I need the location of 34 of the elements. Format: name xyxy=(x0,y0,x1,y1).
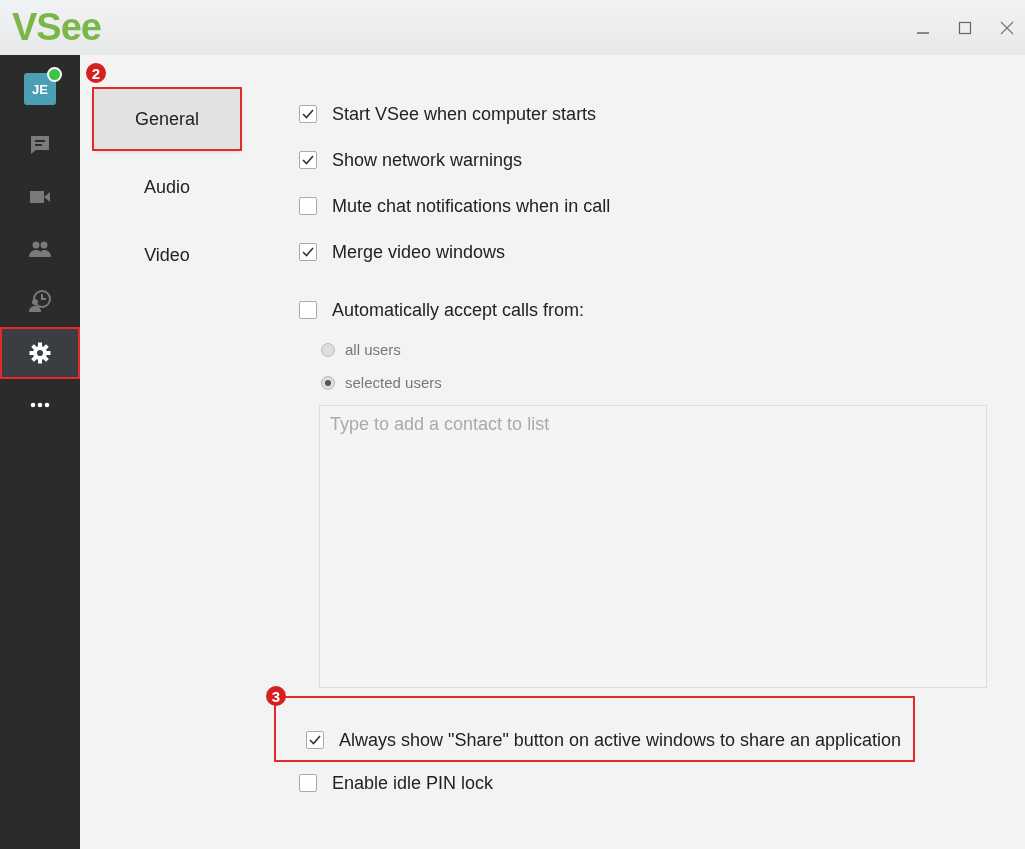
checkbox[interactable] xyxy=(299,243,317,261)
step-badge: 3 xyxy=(266,686,286,706)
checkbox[interactable] xyxy=(299,151,317,169)
option-label: Start VSee when computer starts xyxy=(332,103,597,125)
settings-tab[interactable]: Audio xyxy=(94,157,240,217)
option-label: Mute chat notifications when in call xyxy=(332,195,611,217)
radio-label: selected users xyxy=(345,374,442,391)
option-label: Show network warnings xyxy=(332,149,523,171)
checkbox[interactable] xyxy=(299,105,317,123)
app-logo: VSee xyxy=(12,6,101,49)
option-label: Merge video windows xyxy=(332,241,506,263)
video-camera-icon xyxy=(29,189,51,205)
checkbox[interactable] xyxy=(299,197,317,215)
option-label: Automatically accept calls from: xyxy=(332,299,585,321)
more-icon xyxy=(30,402,50,408)
person-clock-icon xyxy=(28,289,52,313)
checkbox[interactable] xyxy=(299,301,317,319)
settings-tab[interactable]: Video xyxy=(94,225,240,285)
option-label: Always show "Share" button on active windows to share an application xyxy=(339,729,902,751)
radio-button[interactable] xyxy=(321,342,335,357)
option-label: Enable idle PIN lock xyxy=(332,772,494,794)
maximize-icon[interactable] xyxy=(957,19,973,36)
settings-icon xyxy=(28,342,51,364)
step-badge: 2 xyxy=(86,63,106,83)
people-icon xyxy=(28,240,52,258)
checkbox[interactable] xyxy=(299,774,317,792)
chat-icon xyxy=(29,134,51,156)
contact-list-field[interactable]: Type to add a contact to list xyxy=(319,405,987,688)
sidebar-item[interactable] xyxy=(0,327,80,379)
radio-button[interactable] xyxy=(321,375,335,390)
settings-tab[interactable]: General xyxy=(94,89,240,149)
close-icon[interactable] xyxy=(999,19,1015,36)
checkbox[interactable] xyxy=(306,731,324,749)
radio-label: all users xyxy=(345,341,401,358)
